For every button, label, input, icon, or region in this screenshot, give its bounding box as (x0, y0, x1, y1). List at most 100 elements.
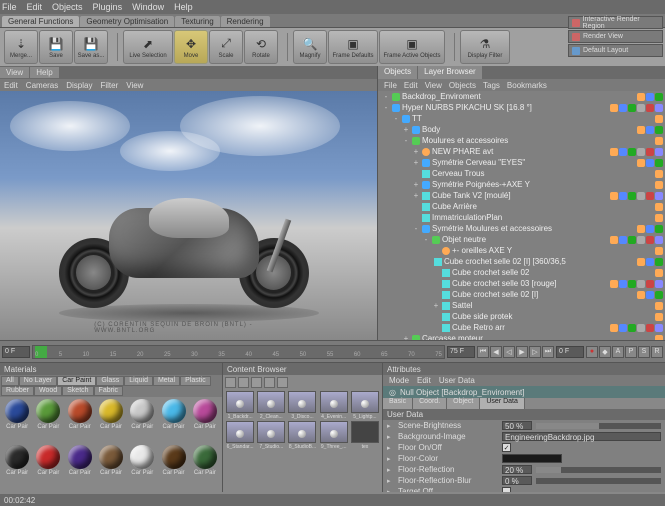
disclosure-icon[interactable]: ▸ (387, 488, 394, 493)
tag-icon[interactable] (628, 148, 636, 156)
tab-general-functions[interactable]: General Functions (2, 16, 79, 27)
tag-icon[interactable] (655, 225, 663, 233)
tag-icon[interactable] (655, 335, 663, 341)
attr-menu-userdata[interactable]: User Data (439, 376, 475, 385)
material-tab[interactable]: Liquid (124, 376, 153, 386)
expand-icon[interactable]: - (412, 224, 420, 233)
tree-node[interactable]: Cube side protek (378, 311, 566, 322)
tree-node[interactable]: Cube crochet selle 02 [I] [360/36,5/80,4… (378, 256, 566, 267)
tag-icon[interactable] (628, 324, 636, 332)
tag-icon[interactable] (655, 313, 663, 321)
disclosure-icon[interactable]: ▸ (387, 477, 394, 485)
tag-icon[interactable] (619, 324, 627, 332)
tag-icon[interactable] (610, 280, 618, 288)
menu-objects[interactable]: Objects (52, 2, 83, 12)
expand-icon[interactable]: - (382, 103, 390, 112)
tree-node[interactable]: -Moulures et accessoires (378, 135, 566, 146)
attr-menu-edit[interactable]: Edit (417, 376, 431, 385)
disclosure-icon[interactable]: ▸ (387, 466, 394, 474)
tag-icon[interactable] (655, 203, 663, 211)
tree-node[interactable]: +- oreilles AXE Y (378, 245, 566, 256)
tree-node[interactable]: +Carcasse moteur (378, 333, 566, 340)
tree-node[interactable]: -Objet neutre (378, 234, 566, 245)
tag-icon[interactable] (619, 236, 627, 244)
cb-view-button[interactable] (277, 377, 288, 388)
tag-icon[interactable] (610, 236, 618, 244)
tag-icon[interactable] (655, 137, 663, 145)
content-item[interactable]: 4_Evenin... (319, 391, 349, 420)
tree-node[interactable]: +Symétrie Poignées-+AXE Y (378, 179, 566, 190)
obj-menu-file[interactable]: File (384, 81, 397, 90)
tag-icon[interactable] (637, 126, 645, 134)
material-tab[interactable]: Fabric (94, 386, 123, 396)
tag-icon[interactable] (655, 280, 663, 288)
obj-menu-bookmarks[interactable]: Bookmarks (507, 81, 547, 90)
material-swatch[interactable]: Car Pair (127, 445, 157, 490)
tag-icon[interactable] (646, 225, 654, 233)
expand-icon[interactable]: + (412, 180, 420, 189)
tag-icon[interactable] (637, 159, 645, 167)
interactive-render-button[interactable]: Interactive Render Region (568, 16, 663, 29)
pos-key-button[interactable]: P (625, 346, 637, 358)
attr-text-field[interactable]: EngineeringBackdrop.jpg (502, 432, 661, 441)
content-item[interactable]: 8_StudioB... (287, 421, 317, 450)
expand-icon[interactable]: + (412, 147, 420, 156)
attr-value-field[interactable]: 50 % (502, 421, 532, 430)
tag-icon[interactable] (655, 302, 663, 310)
expand-icon[interactable]: + (412, 191, 420, 200)
tag-icon[interactable] (646, 324, 654, 332)
tree-node[interactable]: +Cube Tank V2 [moulé] (378, 190, 566, 201)
content-item[interactable]: 3_Disco... (287, 391, 317, 420)
frame-active-button[interactable]: ▣Frame Active Objects (379, 30, 445, 64)
tree-node[interactable]: +Sattel (378, 300, 566, 311)
default-layout-button[interactable]: Default Layout (568, 44, 663, 57)
tag-icon[interactable] (637, 93, 645, 101)
tree-node[interactable]: Cube crochet selle 02 (378, 267, 566, 278)
tree-node[interactable]: -Symétrie Moulures et accessoires (378, 223, 566, 234)
frame-defaults-button[interactable]: ▣Frame Defaults (328, 30, 378, 64)
material-tab[interactable]: Plastic (180, 376, 211, 386)
tag-icon[interactable] (610, 104, 618, 112)
content-item[interactable]: tex (350, 421, 380, 450)
material-swatch[interactable]: Car Pair (158, 399, 188, 444)
tag-icon[interactable] (655, 214, 663, 222)
tab-texturing[interactable]: Texturing (175, 16, 219, 27)
tag-icon[interactable] (610, 324, 618, 332)
merge-button[interactable]: ⇣Merge... (4, 30, 38, 64)
timeline-start-field[interactable] (2, 346, 30, 358)
content-item[interactable]: 9_Three_... (319, 421, 349, 450)
layer-browser-tab[interactable]: Layer Browser (418, 66, 482, 79)
material-swatch[interactable]: Car Pair (96, 399, 126, 444)
tag-icon[interactable] (655, 93, 663, 101)
material-swatch[interactable]: Car Pair (2, 445, 32, 490)
tag-icon[interactable] (637, 324, 645, 332)
tree-node[interactable]: Cube Arrière (378, 201, 566, 212)
tag-icon[interactable] (655, 126, 663, 134)
rotate-button[interactable]: ⟲Rotate (244, 30, 278, 64)
tag-icon[interactable] (646, 280, 654, 288)
tag-icon[interactable] (628, 280, 636, 288)
scale-button[interactable]: ⤢Scale (209, 30, 243, 64)
tag-icon[interactable] (637, 280, 645, 288)
menu-help[interactable]: Help (174, 2, 193, 12)
material-tab[interactable]: No Layer (19, 376, 57, 386)
tag-icon[interactable] (655, 291, 663, 299)
obj-menu-objects[interactable]: Objects (449, 81, 476, 90)
attribute-tab[interactable]: Object (447, 398, 480, 409)
tree-node[interactable]: Cerveau Trous (378, 168, 566, 179)
material-swatch[interactable]: Car Pair (33, 445, 63, 490)
material-tab[interactable]: Car Paint (57, 376, 96, 386)
tree-node[interactable]: +Symétrie Cerveau "EYES" (378, 157, 566, 168)
tag-icon[interactable] (655, 247, 663, 255)
render-view-button[interactable]: Render View (568, 30, 663, 43)
tag-icon[interactable] (637, 104, 645, 112)
tree-node[interactable]: Cube Retro arr (378, 322, 566, 333)
timeline-track[interactable]: 051015202530354045505560657075 (32, 345, 445, 359)
vp-menu-cameras[interactable]: Cameras (26, 81, 58, 90)
tag-icon[interactable] (655, 115, 663, 123)
attribute-tab[interactable]: User Data (480, 398, 525, 409)
tag-icon[interactable] (628, 236, 636, 244)
tag-icon[interactable] (655, 104, 663, 112)
display-filter-button[interactable]: ⚗Display Filter (460, 30, 510, 64)
tag-icon[interactable] (655, 170, 663, 178)
